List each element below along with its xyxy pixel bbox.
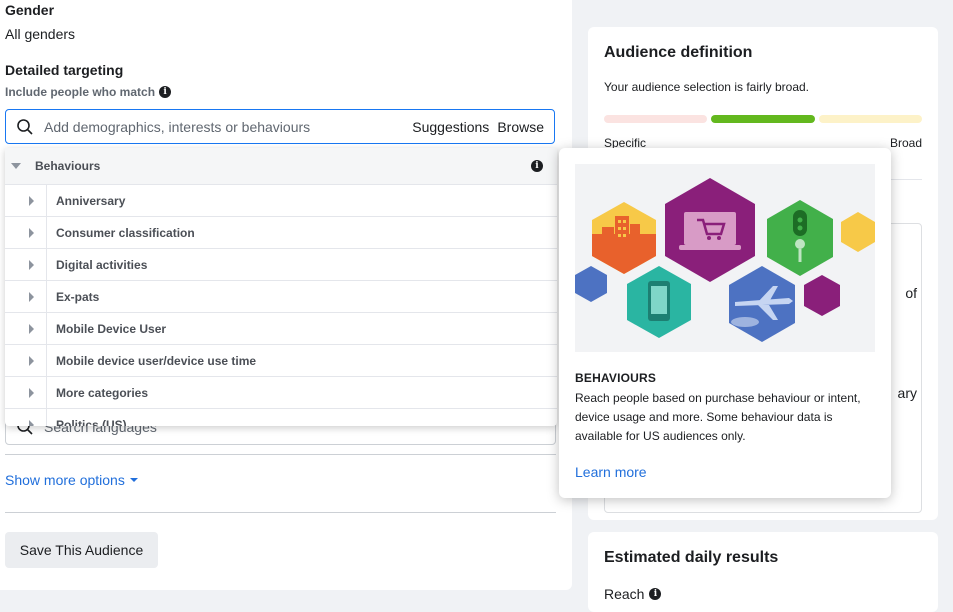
item-label: More categories: [56, 385, 149, 400]
include-label: Include people who match: [5, 85, 156, 99]
category-behaviours[interactable]: Behaviours i: [5, 148, 557, 185]
show-more-options[interactable]: Show more options: [5, 472, 138, 488]
expand-icon: [29, 195, 34, 206]
dropdown-item[interactable]: Politics (US): [5, 408, 557, 427]
meter-current: [711, 115, 815, 123]
detailed-targeting-label: Detailed targeting: [5, 62, 124, 78]
item-label: Ex-pats: [56, 289, 100, 304]
item-label: Politics (US): [56, 417, 127, 427]
show-more-label: Show more options: [5, 472, 125, 488]
separator: [46, 248, 47, 281]
suggestions-link[interactable]: Suggestions: [412, 119, 489, 135]
caret-down-icon: [129, 478, 138, 482]
separator: [46, 184, 47, 217]
browse-dropdown: Behaviours i Anniversary Consumer classi…: [5, 148, 557, 426]
save-audience-button[interactable]: Save This Audience: [5, 532, 158, 568]
separator: [46, 216, 47, 249]
expand-icon: [29, 355, 34, 366]
divider: [5, 512, 556, 513]
dropdown-item[interactable]: Mobile device user/device use time: [5, 344, 557, 377]
info-icon[interactable]: i: [159, 86, 172, 98]
item-label: Consumer classification: [56, 225, 195, 240]
dropdown-item[interactable]: Digital activities: [5, 248, 557, 281]
separator: [46, 344, 47, 377]
separator: [46, 376, 47, 409]
behaviours-illustration-icon: [575, 178, 875, 342]
popover-title: BEHAVIOURS: [575, 371, 657, 385]
item-label: Mobile device user/device use time: [56, 353, 257, 368]
info-icon[interactable]: i: [649, 588, 662, 600]
partial-text: of: [905, 285, 917, 301]
targeting-panel: Gender All genders Detailed targeting In…: [0, 0, 572, 590]
search-icon: [17, 118, 33, 135]
expand-icon: [29, 291, 34, 302]
gender-value[interactable]: All genders: [5, 26, 75, 42]
behaviours-popover: BEHAVIOURS Reach people based on purchas…: [559, 148, 891, 498]
expand-icon: [29, 323, 34, 334]
browse-link[interactable]: Browse: [497, 119, 544, 135]
meter-specific: [604, 115, 707, 123]
audience-subtitle: Your audience selection is fairly broad.: [604, 80, 810, 94]
dropdown-item[interactable]: Ex-pats: [5, 280, 557, 313]
divider: [5, 454, 556, 455]
expand-icon: [29, 387, 34, 398]
category-label: Behaviours: [35, 159, 101, 173]
reach-label: Reach: [604, 586, 645, 602]
item-label: Digital activities: [56, 257, 148, 272]
broad-label: Broad: [889, 136, 922, 150]
expand-icon: [29, 419, 34, 426]
expand-icon: [29, 227, 34, 238]
item-label: Anniversary: [56, 193, 126, 208]
reach-row: Reach i: [604, 586, 662, 602]
search-input[interactable]: Add demographics, interests or behaviour…: [44, 119, 404, 135]
learn-more-link[interactable]: Learn more: [575, 464, 647, 480]
info-icon[interactable]: i: [531, 160, 543, 172]
dropdown-item[interactable]: Mobile Device User: [5, 312, 557, 345]
dropdown-item[interactable]: Consumer classification: [5, 216, 557, 249]
estimated-results-card: Estimated daily results Reach i: [588, 532, 938, 612]
card-title: Estimated daily results: [604, 549, 779, 566]
partial-text: ary: [897, 385, 917, 401]
expand-icon: [29, 259, 34, 270]
separator: [46, 408, 47, 426]
item-label: Mobile Device User: [56, 321, 167, 336]
gender-label: Gender: [5, 2, 55, 18]
dropdown-item[interactable]: More categories: [5, 376, 557, 409]
collapse-icon: [11, 163, 21, 169]
detailed-targeting-search[interactable]: Add demographics, interests or behaviour…: [5, 109, 555, 144]
separator: [46, 280, 47, 313]
include-label-row: Include people who match i: [5, 85, 172, 99]
separator: [46, 312, 47, 345]
popover-description: Reach people based on purchase behaviour…: [575, 391, 861, 443]
card-title: Audience definition: [604, 44, 753, 61]
dropdown-item[interactable]: Anniversary: [5, 184, 557, 217]
behaviours-illustration: [575, 164, 875, 352]
meter-broad: [819, 115, 922, 123]
